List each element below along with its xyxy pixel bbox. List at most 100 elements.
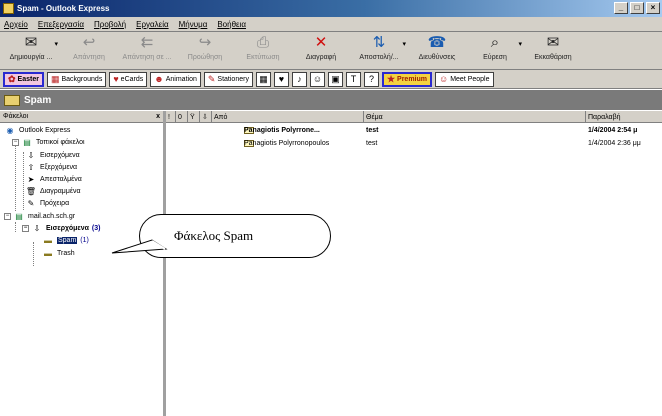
tree-sent[interactable]: ➤ Απεσταλμένα bbox=[25, 175, 82, 184]
heart-card-icon[interactable]: ♥ bbox=[273, 71, 289, 87]
toolbar-label: Απάντηση σε ... bbox=[122, 54, 172, 61]
inbox-icon: ⇩ bbox=[27, 151, 35, 160]
col-from[interactable]: Από bbox=[212, 111, 364, 123]
menu-file[interactable]: Αρχείο bbox=[4, 20, 28, 29]
backgrounds-button[interactable]: ▦ Backgrounds bbox=[46, 71, 107, 87]
col-priority[interactable]: ! bbox=[166, 111, 176, 123]
toolbar-button-address-book[interactable]: ☎ Διευθύνσεις bbox=[408, 34, 466, 68]
toolbar-button-purge[interactable]: ✉ Εκκαθάριση bbox=[524, 34, 582, 68]
easter-icon: ✿ bbox=[8, 73, 16, 84]
toolbar-button-find[interactable]: ⌕ Εύρεση ▾ bbox=[466, 34, 524, 68]
dropdown-arrow-icon[interactable]: ▾ bbox=[402, 40, 406, 48]
menu-view[interactable]: Προβολή bbox=[94, 20, 126, 29]
toolbar-button-send-receive[interactable]: ⇅ Αποστολή/... ▾ bbox=[350, 34, 408, 68]
delete-icon: ✕ bbox=[314, 34, 328, 51]
ecards-button[interactable]: ♥ eCards bbox=[109, 71, 148, 87]
toolbar-button-print[interactable]: ⎙ Εκτύπωση bbox=[234, 34, 292, 68]
tree-outbox[interactable]: ⇧ Εξερχόμενα bbox=[25, 163, 77, 172]
premium-label: Premium bbox=[397, 75, 427, 83]
tree-label: Εξερχόμενα bbox=[40, 164, 77, 171]
toolbar-button-new-mail[interactable]: ✉ Δημιουργία ... ▾ bbox=[2, 34, 60, 68]
easter-button[interactable]: ✿ Easter bbox=[3, 71, 44, 87]
col-received[interactable]: Παραλαβή bbox=[586, 111, 662, 123]
tree-label: Διαγραμμένα bbox=[40, 188, 81, 195]
tree-label: Trash bbox=[57, 250, 75, 257]
maximize-button[interactable]: □ bbox=[630, 2, 644, 14]
heart-icon: ♥ bbox=[113, 74, 119, 84]
tree-account[interactable]: − ▤ mail.ach.sch.gr bbox=[4, 212, 75, 221]
toolbar-button-reply[interactable]: ↩ Απάντηση bbox=[60, 34, 118, 68]
toolbar-button-forward[interactable]: ↪ Προώθηση bbox=[176, 34, 234, 68]
reply-all-icon: ⇇ bbox=[140, 34, 154, 51]
tree-local-folders[interactable]: − ▤ Τοπικοί φάκελοι bbox=[12, 138, 85, 147]
tree-deleted[interactable]: 🗑 Διαγραμμένα bbox=[25, 187, 81, 196]
message-row[interactable]: Panagiotis Polyrronopoulos test 1/4/2004… bbox=[166, 140, 662, 150]
folder-pane-close-button[interactable]: x bbox=[156, 113, 160, 120]
tree-spam[interactable]: ▬ Spam (1) bbox=[42, 236, 89, 245]
collapse-icon[interactable]: − bbox=[4, 213, 11, 220]
toolbar-button-delete[interactable]: ✕ Διαγραφή bbox=[292, 34, 350, 68]
tree-label: Τοπικοί φάκελοι bbox=[36, 139, 85, 146]
tree-label: Εισερχόμενα bbox=[46, 225, 89, 232]
dropdown-arrow-icon[interactable]: ▾ bbox=[518, 40, 522, 48]
dropdown-arrow-icon[interactable]: ▾ bbox=[54, 40, 58, 48]
minimize-button[interactable]: _ bbox=[614, 2, 628, 14]
menu-message[interactable]: Μήνυμα bbox=[179, 20, 208, 29]
tree-drafts[interactable]: ✎ Πρόχειρα bbox=[25, 199, 69, 208]
message-received: 1/4/2004 2:36 μμ bbox=[588, 140, 641, 147]
col-attachment[interactable]: 0 bbox=[176, 111, 188, 123]
col-status[interactable]: ⇩ bbox=[200, 111, 212, 123]
animation-button[interactable]: ☻ Animation bbox=[150, 71, 201, 87]
close-window-button[interactable]: × bbox=[646, 2, 660, 14]
meet-people-button[interactable]: ☺ Meet People bbox=[435, 71, 494, 87]
callout-text: Φάκελος Spam bbox=[174, 228, 254, 243]
menu-tools[interactable]: Εργαλεία bbox=[136, 20, 168, 29]
folder-bar: Spam bbox=[0, 90, 662, 110]
tree-inbox-account[interactable]: − ⇩ Εισερχόμενα (3) bbox=[22, 224, 100, 233]
tree-outlook-express[interactable]: ◉ Outlook Express bbox=[4, 126, 71, 135]
folder-pane: Φάκελοι x ◉ Outlook Express − ▤ Τοπικοί … bbox=[0, 111, 166, 416]
help-button[interactable]: ? bbox=[363, 71, 379, 87]
easter-label: Easter bbox=[17, 75, 39, 83]
col-subject[interactable]: Θέμα bbox=[364, 111, 586, 123]
unread-count: (1) bbox=[80, 237, 89, 244]
collapse-icon[interactable]: − bbox=[22, 225, 29, 232]
tree-label: Spam bbox=[57, 237, 78, 244]
reply-icon: ↩ bbox=[82, 34, 96, 51]
stationery-label: Stationery bbox=[217, 75, 249, 83]
toolbar-button-reply-all[interactable]: ⇇ Απάντηση σε ... bbox=[118, 34, 176, 68]
toolbar-label: Διαγραφή bbox=[305, 54, 337, 61]
column-header: ! 0 Ϋ ⇩ Από Θέμα Παραλαβή bbox=[166, 111, 662, 123]
grid-icon[interactable]: ▦ bbox=[255, 71, 271, 87]
collapse-icon[interactable]: − bbox=[12, 139, 19, 146]
menu-help[interactable]: Βοήθεια bbox=[217, 20, 246, 29]
title-bar: Spam - Outlook Express _ □ × bbox=[0, 0, 662, 17]
outbox-icon: ⇧ bbox=[27, 163, 35, 172]
server-icon: ▤ bbox=[15, 212, 23, 221]
outlook-express-icon: ◉ bbox=[6, 126, 14, 135]
message-row[interactable]: Panagiotis Polyrrone... test 1/4/2004 2:… bbox=[166, 127, 662, 137]
toolbar-label: Απάντηση bbox=[73, 54, 105, 61]
toolbar-label: Αποστολή/... bbox=[359, 54, 399, 61]
folder-pane-title: Φάκελοι bbox=[3, 113, 29, 120]
text-icon[interactable]: T bbox=[345, 71, 361, 87]
music-icon[interactable]: ♪ bbox=[291, 71, 307, 87]
tree-inbox-local[interactable]: ⇩ Εισερχόμενα bbox=[25, 151, 80, 160]
sent-icon: ➤ bbox=[27, 175, 35, 184]
menu-edit[interactable]: Επεξεργασία bbox=[38, 20, 84, 29]
window-title: Spam - Outlook Express bbox=[17, 4, 110, 13]
current-folder-title: Spam bbox=[24, 94, 52, 106]
premium-button[interactable]: ★ Premium bbox=[381, 71, 432, 87]
address-book-icon: ☎ bbox=[427, 34, 447, 51]
backgrounds-label: Backgrounds bbox=[61, 75, 103, 83]
drafts-icon: ✎ bbox=[27, 199, 35, 208]
photo-icon[interactable]: ▣ bbox=[327, 71, 343, 87]
tree-label: Απεσταλμένα bbox=[40, 176, 82, 183]
tree-trash[interactable]: ▬ Trash bbox=[42, 249, 75, 258]
people-icon: ☺ bbox=[439, 74, 449, 84]
stationery-button[interactable]: ✎ Stationery bbox=[203, 71, 253, 87]
send-receive-icon: ⇅ bbox=[372, 34, 386, 51]
smiley-icon[interactable]: ☺ bbox=[309, 71, 325, 87]
message-subject: test bbox=[366, 127, 379, 134]
col-flag[interactable]: Ϋ bbox=[188, 111, 200, 123]
